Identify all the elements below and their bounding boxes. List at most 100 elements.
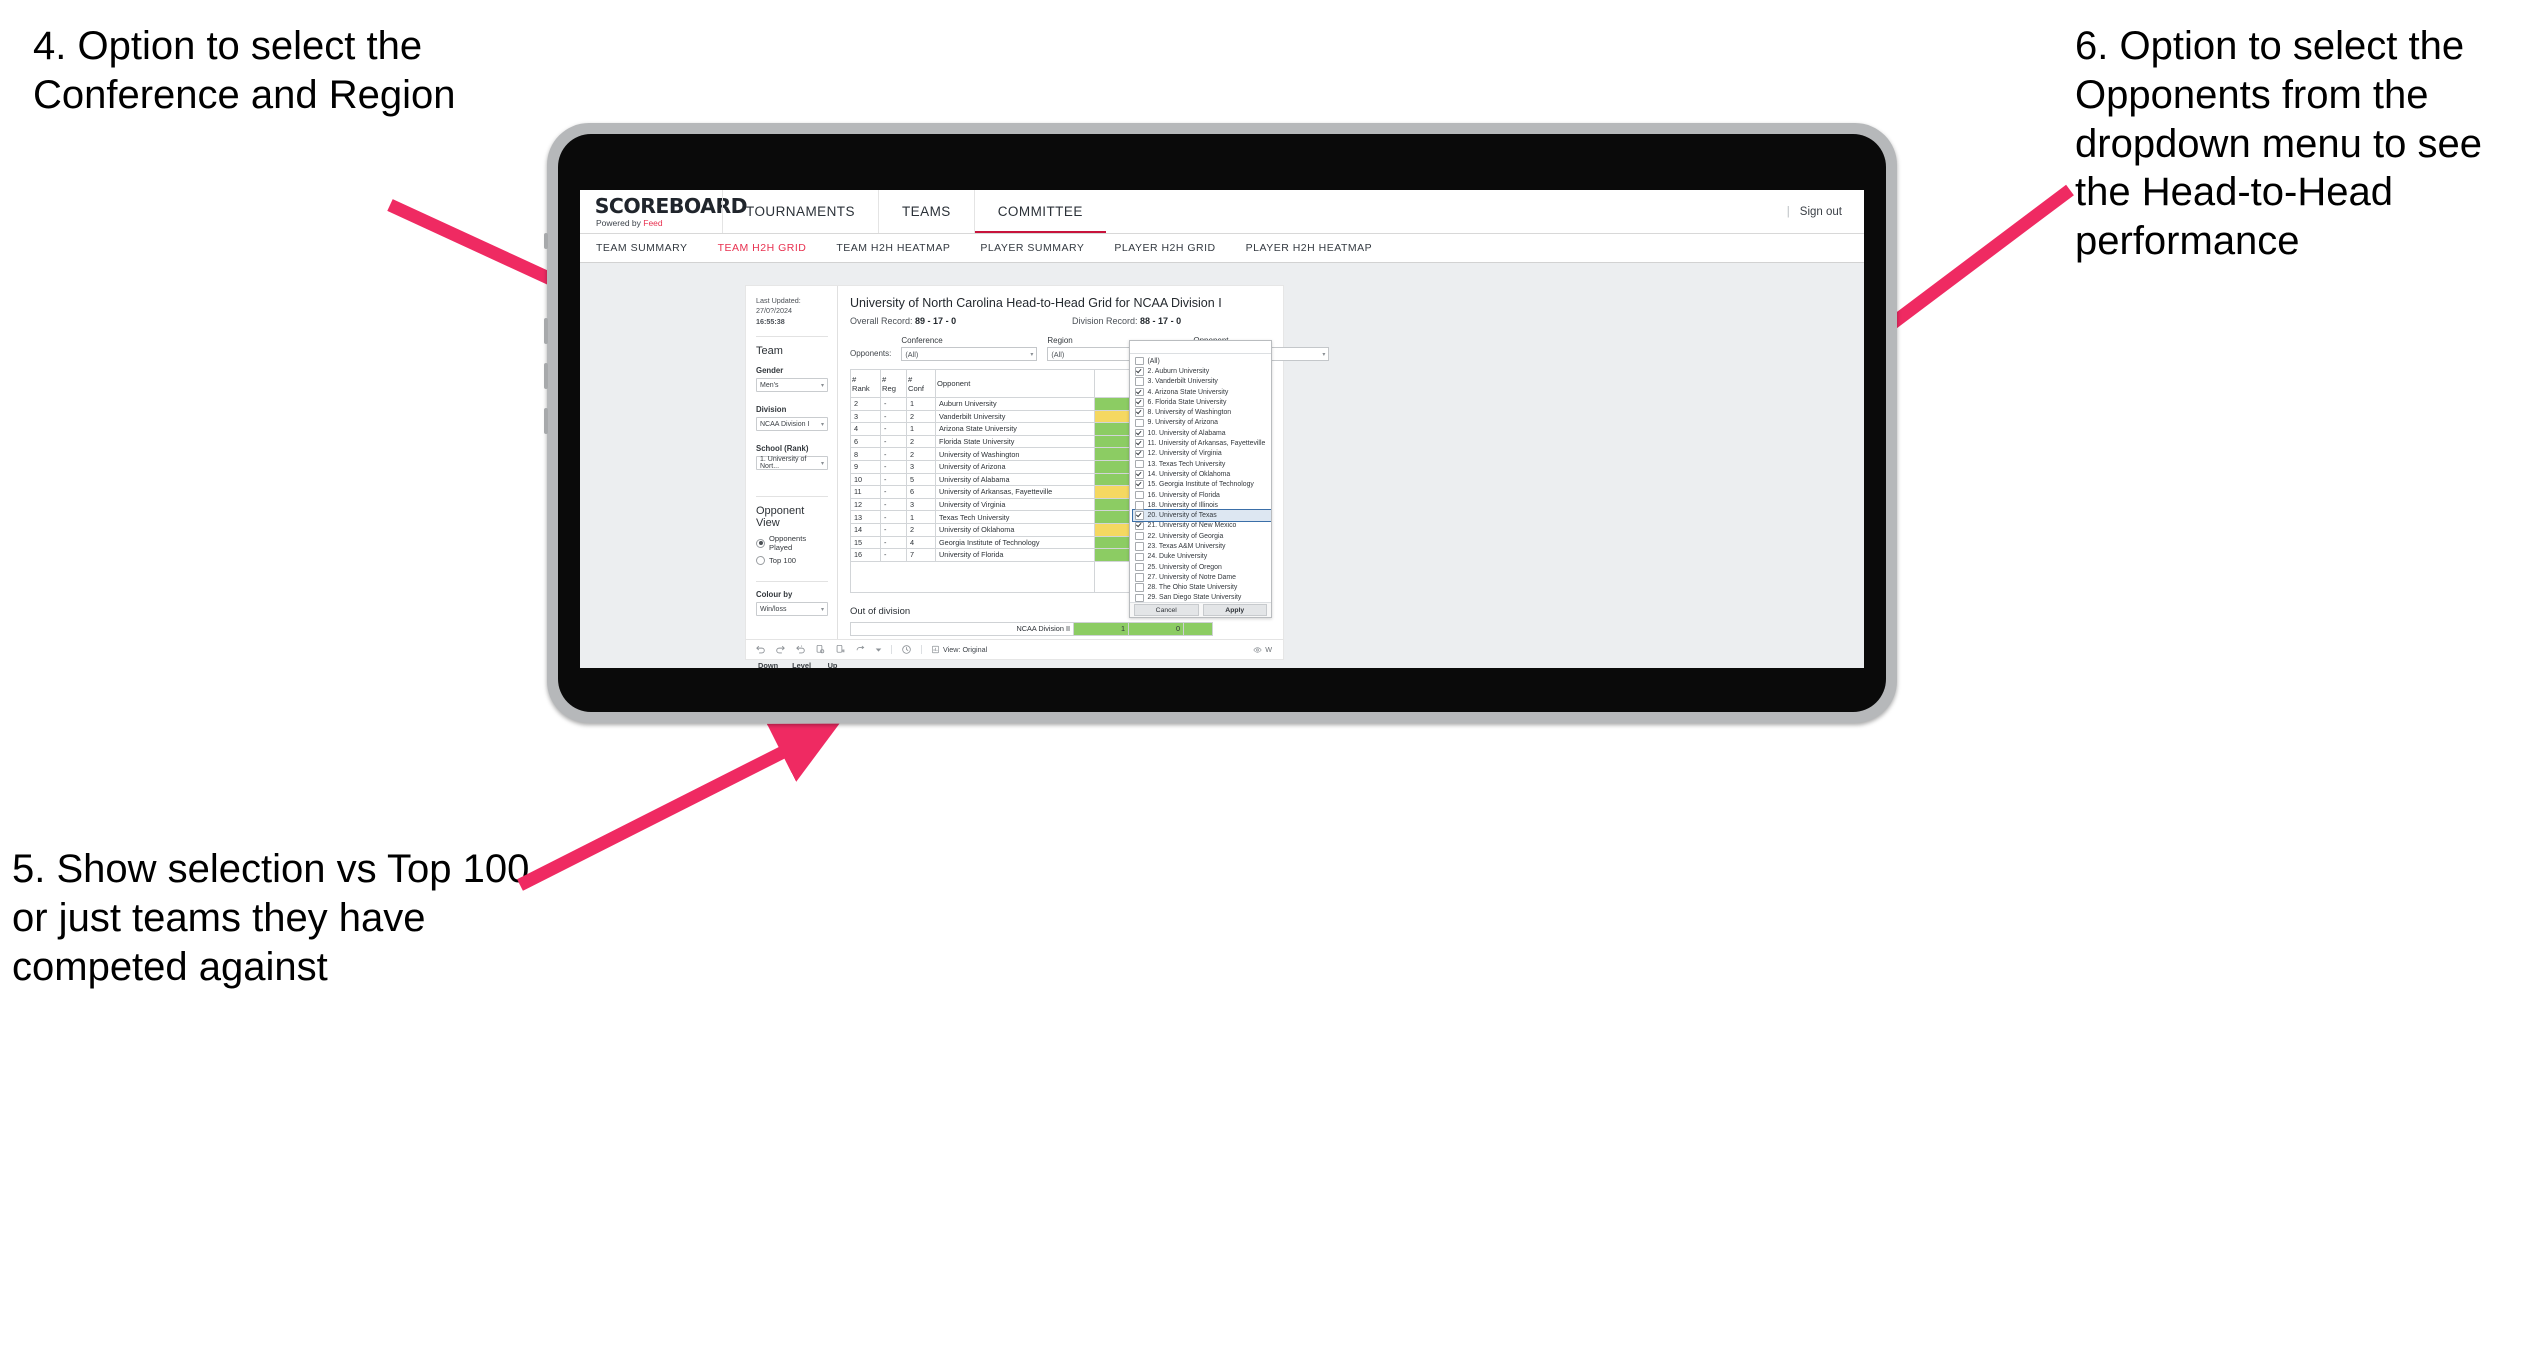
tablet-volume-up-button[interactable] bbox=[544, 318, 548, 344]
checkbox-icon[interactable] bbox=[1135, 428, 1144, 438]
toolbar-watch-group[interactable]: W bbox=[1253, 645, 1274, 654]
radio-top-100[interactable]: Top 100 bbox=[756, 556, 828, 566]
subnav-team-h2h-heatmap[interactable]: TEAM H2H HEATMAP bbox=[836, 242, 966, 254]
view-original-button[interactable]: View: Original bbox=[931, 645, 987, 654]
sign-out-link[interactable]: Sign out bbox=[1800, 206, 1842, 218]
opponent-dropdown-item-label: 4. Arizona State University bbox=[1147, 388, 1229, 396]
checkbox-icon[interactable] bbox=[1135, 449, 1144, 459]
conference-select[interactable]: (All) ▾ bbox=[901, 347, 1038, 361]
opponent-dropdown-item[interactable]: 23. Texas A&M University bbox=[1133, 541, 1271, 551]
school-select[interactable]: 1. University of Nort... ▾ bbox=[756, 456, 828, 471]
checkbox-icon[interactable] bbox=[1135, 531, 1144, 541]
apply-button[interactable]: Apply bbox=[1202, 604, 1267, 616]
nav-tournaments[interactable]: TOURNAMENTS bbox=[722, 190, 878, 233]
subnav-team-h2h-grid[interactable]: TEAM H2H GRID bbox=[718, 242, 823, 254]
checkbox-icon[interactable] bbox=[1135, 562, 1144, 572]
tablet-power-button[interactable] bbox=[544, 233, 548, 249]
opponent-dropdown-item[interactable]: 28. The Ohio State University bbox=[1133, 583, 1271, 593]
opponent-dropdown-item[interactable]: 22. University of Georgia bbox=[1133, 531, 1271, 541]
checkbox-icon[interactable] bbox=[1135, 593, 1144, 602]
opponent-dropdown-item[interactable]: 12. University of Virginia bbox=[1133, 449, 1271, 459]
cell-opponent: University of Alabama bbox=[935, 472, 1095, 487]
checkbox-icon[interactable] bbox=[1135, 356, 1144, 366]
subnav-player-h2h-heatmap[interactable]: PLAYER H2H HEATMAP bbox=[1246, 242, 1388, 254]
checkbox-icon[interactable] bbox=[1135, 511, 1144, 520]
checkbox-icon[interactable] bbox=[1135, 490, 1144, 500]
toolbar-divider bbox=[921, 645, 922, 654]
share-icon[interactable] bbox=[855, 644, 866, 655]
undo-icon[interactable] bbox=[755, 644, 766, 655]
opponent-dropdown-item[interactable]: 29. San Diego State University bbox=[1133, 593, 1271, 602]
last-updated-date: Last Updated: 27/0?/2024 bbox=[756, 296, 801, 316]
checkbox-icon[interactable] bbox=[1135, 521, 1144, 531]
opponent-dropdown-item[interactable]: 16. University of Florida bbox=[1133, 490, 1271, 500]
opponent-dropdown-item-label: 20. University of Texas bbox=[1147, 512, 1217, 520]
opponent-dropdown-item[interactable]: 11. University of Arkansas, Fayetteville bbox=[1133, 438, 1271, 448]
checkbox-icon[interactable] bbox=[1135, 583, 1144, 592]
opponent-dropdown-item[interactable]: 14. University of Oklahoma bbox=[1133, 469, 1271, 479]
subnav-team-summary[interactable]: TEAM SUMMARY bbox=[596, 242, 704, 254]
checkbox-icon[interactable] bbox=[1135, 552, 1144, 562]
opponent-dropdown-item[interactable]: (All) bbox=[1133, 356, 1271, 366]
checkbox-icon[interactable] bbox=[1135, 439, 1144, 448]
chevron-down-icon[interactable] bbox=[875, 644, 882, 655]
opponent-dropdown-search[interactable] bbox=[1130, 341, 1271, 354]
checkbox-icon[interactable] bbox=[1135, 459, 1144, 469]
opponent-dropdown-list[interactable]: (All) 2. Auburn University 3. Vanderbilt U… bbox=[1130, 354, 1271, 602]
radio-opponents-played[interactable]: Opponents Played bbox=[756, 534, 828, 552]
cell-reg: - bbox=[880, 459, 907, 474]
subnav-player-summary[interactable]: PLAYER SUMMARY bbox=[980, 242, 1100, 254]
opponent-dropdown-item-label: 18. University of Illinois bbox=[1147, 501, 1218, 509]
opponent-dropdown-item[interactable]: 6. Florida State University bbox=[1133, 397, 1271, 407]
tablet-volume-down-button[interactable] bbox=[544, 363, 548, 389]
opponent-dropdown-item[interactable]: 21. University of New Mexico bbox=[1133, 521, 1271, 531]
revert-icon[interactable] bbox=[795, 644, 806, 655]
chevron-down-icon: ▾ bbox=[820, 382, 824, 389]
checkbox-icon[interactable] bbox=[1135, 573, 1144, 582]
opponent-dropdown-panel[interactable]: (All) 2. Auburn University 3. Vanderbilt U… bbox=[1129, 340, 1272, 618]
checkbox-icon[interactable] bbox=[1135, 418, 1144, 428]
legend-level-label: Level bbox=[792, 661, 812, 668]
nav-committee[interactable]: COMMITTEE bbox=[973, 190, 1106, 233]
tablet-mute-button[interactable] bbox=[544, 408, 548, 434]
opponent-dropdown-item[interactable]: 2. Auburn University bbox=[1133, 366, 1271, 376]
cell-conf: 3 bbox=[906, 459, 936, 474]
opponent-dropdown-item[interactable]: 24. Duke University bbox=[1133, 552, 1271, 562]
opponent-dropdown-item[interactable]: 27. University of Notre Dame bbox=[1133, 572, 1271, 582]
opponent-dropdown-item[interactable]: 18. University of Illinois bbox=[1133, 500, 1271, 510]
checkbox-icon[interactable] bbox=[1135, 501, 1144, 510]
division-select[interactable]: NCAA Division I ▾ bbox=[756, 417, 828, 432]
checkbox-icon[interactable] bbox=[1135, 408, 1144, 417]
opponent-dropdown-item-label: 10. University of Alabama bbox=[1147, 429, 1226, 437]
checkbox-icon[interactable] bbox=[1135, 398, 1144, 407]
opponent-dropdown-item[interactable]: 20. University of Texas bbox=[1132, 509, 1271, 522]
subnav-player-h2h-grid[interactable]: PLAYER H2H GRID bbox=[1114, 242, 1231, 254]
cancel-button[interactable]: Cancel bbox=[1134, 604, 1199, 616]
opponent-dropdown-item[interactable]: 25. University of Oregon bbox=[1133, 562, 1271, 572]
opponent-dropdown-item[interactable]: 10. University of Alabama bbox=[1133, 428, 1271, 438]
gender-select[interactable]: Men's ▾ bbox=[756, 378, 828, 393]
checkbox-icon[interactable] bbox=[1135, 480, 1144, 489]
pause-auto-update-icon[interactable] bbox=[901, 644, 912, 655]
refresh-data-icon[interactable] bbox=[815, 644, 826, 655]
opponent-dropdown-item[interactable]: 3. Vanderbilt University bbox=[1133, 377, 1271, 387]
redo-icon[interactable] bbox=[775, 644, 786, 655]
opponent-dropdown-item[interactable]: 4. Arizona State University bbox=[1133, 387, 1271, 397]
nav-teams[interactable]: TEAMS bbox=[877, 190, 974, 233]
opponent-dropdown-item[interactable]: 8. University of Washington bbox=[1133, 407, 1271, 417]
opponent-dropdown-item[interactable]: 9. University of Arizona bbox=[1133, 418, 1271, 428]
legend-down-label: Down bbox=[758, 661, 779, 668]
gender-value: Men's bbox=[760, 381, 779, 389]
checkbox-icon[interactable] bbox=[1135, 470, 1144, 479]
col-reg: # Reg bbox=[880, 369, 907, 398]
pause-updates-icon[interactable] bbox=[835, 644, 846, 655]
checkbox-icon[interactable] bbox=[1135, 377, 1144, 386]
app-logo[interactable]: SCOREBOARD Powered by Feed bbox=[580, 190, 748, 233]
checkbox-icon[interactable] bbox=[1135, 387, 1144, 397]
checkbox-icon[interactable] bbox=[1135, 542, 1144, 551]
colour-by-select[interactable]: Win/loss ▾ bbox=[756, 602, 828, 617]
opponent-dropdown-item[interactable]: 13. Texas Tech University bbox=[1133, 459, 1271, 469]
col-rank: # Rank bbox=[850, 369, 881, 398]
checkbox-icon[interactable] bbox=[1135, 367, 1144, 376]
opponent-dropdown-item[interactable]: 15. Georgia Institute of Technology bbox=[1133, 480, 1271, 490]
